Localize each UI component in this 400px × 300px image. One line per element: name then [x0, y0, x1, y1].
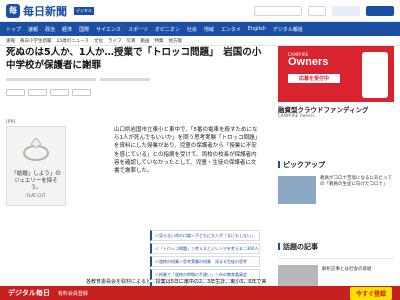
ad-copy: 「結婚」しよう」のジュエリーを探そう。 [11, 171, 61, 191]
ring-icon [23, 137, 49, 161]
subnav-item[interactable]: 毎日小学生新聞 [20, 38, 52, 44]
banner-sub: 有料会員登録 [57, 290, 88, 297]
share-twitter-button[interactable] [28, 89, 47, 96]
popular-heading: 話題の記事 [278, 242, 318, 252]
nav-item[interactable]: サイエンス [96, 26, 121, 33]
main-nav: トップ 速報 政治 経済 国際 サイエンス スポーツ オピニオン 社会 地域 エ… [0, 22, 400, 36]
pickup-card[interactable]: 教員がコロナ苦境になるにあたっての「教員の生徒に向けたコロナ」 [278, 176, 394, 228]
banner-cta-button[interactable]: 今すぐ登録 [349, 286, 392, 300]
popular-text: 解析記事とは社会の取組 [322, 267, 372, 272]
ad-brand: FLAT CUT [26, 193, 46, 198]
search-button[interactable] [308, 5, 326, 16]
top-header: 毎 毎日新聞 デジタル [0, 0, 400, 22]
article-body: 山口県岩国市立東小と東中で、「5番の電車を殺すためになら1人が死んでもいいか」を… [114, 127, 258, 175]
subscribe-button[interactable] [366, 5, 394, 16]
logo-mark-icon: 毎 [6, 3, 20, 18]
owners-tag: 応募を受付中 [288, 74, 340, 83]
crowd-sub: CAMPFIRE Owners [278, 113, 315, 118]
subnav-item[interactable]: 文化 [94, 38, 103, 44]
subnav-item[interactable]: 速報 [6, 38, 15, 44]
sub-nav: 速報 毎日小学生新聞 15歳のニュース 文化 ライフ 写真 動画 特集 地方版 [0, 36, 400, 46]
updated-date [100, 78, 150, 81]
publish-date [6, 78, 96, 81]
edition-badge: デジタル [74, 6, 94, 15]
phone-icon [362, 52, 388, 98]
nav-item[interactable]: オピニオン [155, 26, 180, 33]
pickup-text: 教員がコロナ苦境になるにあたっての「教員の生徒に向けたコロナ」 [320, 176, 392, 187]
related-link[interactable]: ＜見えない命の口論＞子どもに大人が「なにもしない」 [150, 230, 260, 241]
nav-item[interactable]: スポーツ [128, 26, 148, 33]
owners-ad[interactable]: CAMPFIRE Owners 応募を受付中 [278, 46, 394, 102]
article-headline: 死ぬのは5人か、1人か…授業で「トロッコ問題」 岩国の小中学校が保護者に謝罪 [6, 47, 262, 71]
subnav-item[interactable]: 15歳のニュース [57, 38, 90, 44]
nav-item[interactable]: English [248, 26, 266, 32]
subnav-item[interactable]: 動画 [141, 38, 150, 44]
nav-item[interactable]: エンタメ [221, 26, 241, 33]
nav-item[interactable]: トップ [6, 26, 21, 33]
subnav-item[interactable]: 写真 [127, 38, 136, 44]
digital-banner[interactable]: デジタル毎日 有料会員登録 今すぐ登録 [0, 286, 400, 300]
nav-item[interactable]: 政治 [45, 26, 55, 33]
nav-item[interactable]: 社会 [187, 26, 197, 33]
related-link[interactable]: ＜「トロッコ問題」＞考えるとジレンマを考える＝300人に聞いた授業 [150, 243, 260, 254]
pr-label: [PR] [6, 120, 16, 125]
share-facebook-button[interactable] [6, 89, 25, 96]
jewelry-ad[interactable]: 「結婚」しよう」のジュエリーを探そう。 FLAT CUT [6, 126, 66, 206]
share-line-button[interactable] [50, 89, 69, 96]
share-hatena-button[interactable] [72, 89, 91, 96]
article-meta [6, 78, 262, 83]
pickup-heading: ピックアップ [278, 160, 325, 170]
nav-item[interactable]: 経済 [62, 26, 72, 33]
subnav-item[interactable]: ライフ [108, 38, 122, 44]
share-row [6, 89, 262, 96]
article-continued: 各教育委員会を取材によると、授業は5日に東中の2、3年生計、東小5、6年で実 [86, 279, 266, 285]
logo-text: 毎日新聞 [23, 4, 67, 18]
subnav-item[interactable]: 地方版 [169, 38, 183, 44]
nav-item[interactable]: 国際 [79, 26, 89, 33]
header-actions [254, 5, 394, 16]
nav-item[interactable]: 地域 [204, 26, 214, 33]
article: 死ぬのは5人か、1人か…授業で「トロッコ問題」 岩国の小中学校が保護者に謝罪 [6, 46, 262, 96]
banner-title: デジタル毎日 [8, 289, 50, 297]
nav-item[interactable]: 速報 [28, 26, 38, 33]
main-content: 死ぬのは5人か、1人か…授業で「トロッコ問題」 岩国の小中学校が保護者に謝罪 [… [0, 46, 400, 293]
related-link[interactable]: ＜道徳の授業＞思考実験の授業 深まる生徒の思考 [150, 256, 260, 267]
login-button[interactable] [332, 5, 360, 16]
owners-logo: Owners [288, 56, 329, 68]
pickup-thumbnail [278, 176, 316, 204]
search-input[interactable] [254, 5, 302, 16]
nav-item[interactable]: デジタル報道 [273, 26, 303, 33]
site-logo[interactable]: 毎 毎日新聞 デジタル [6, 3, 94, 19]
subnav-item[interactable]: 特集 [155, 38, 164, 44]
